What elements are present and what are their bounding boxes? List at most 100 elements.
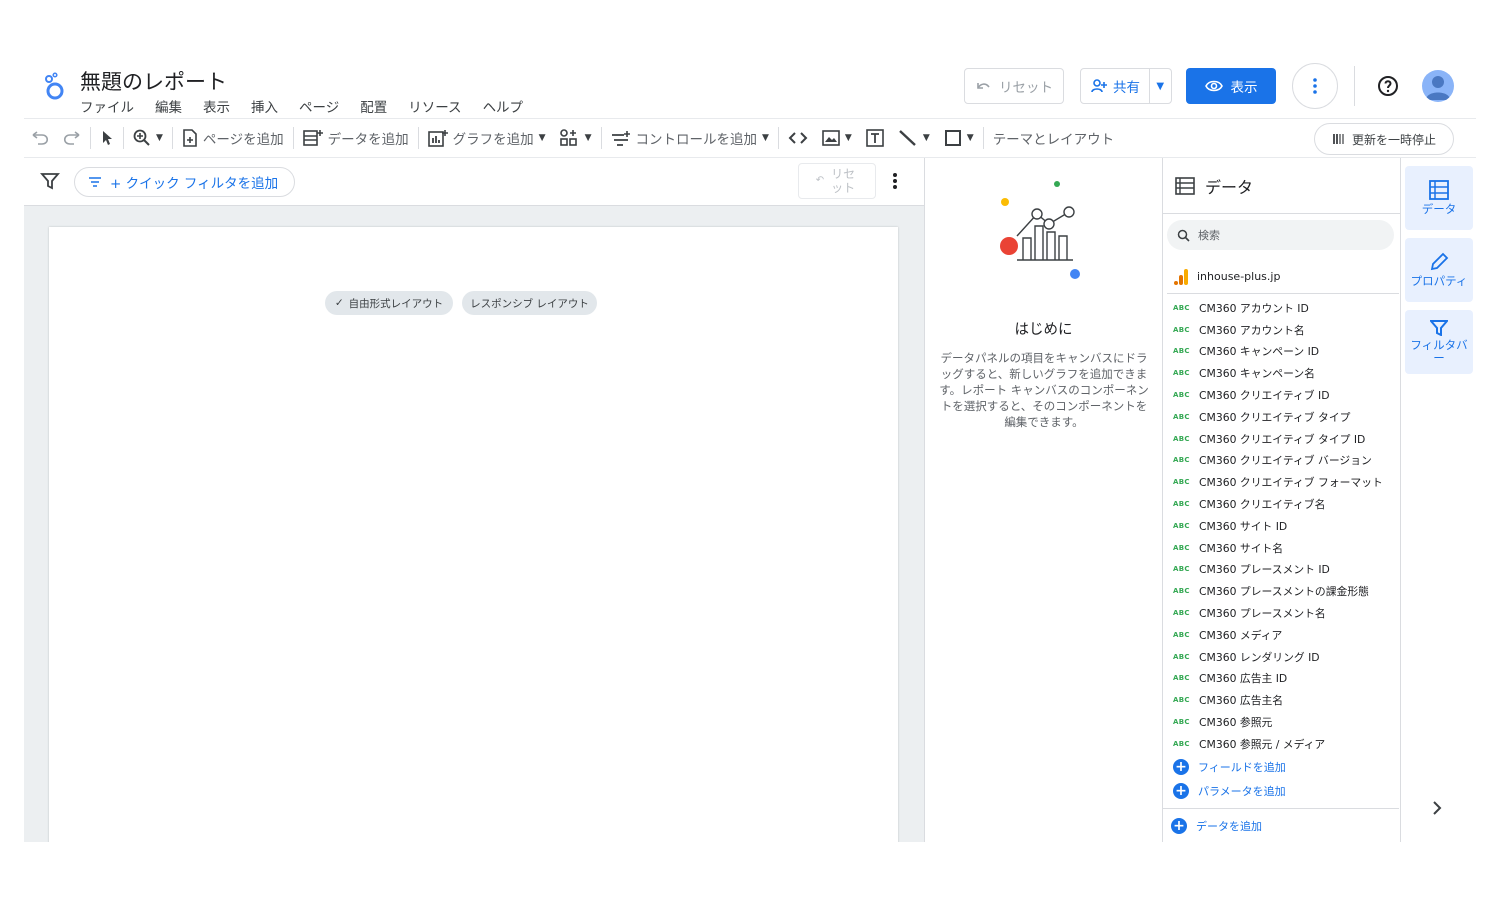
menu-bar: ファイル 編集 表示 挿入 ページ 配置 リソース ヘルプ [80,96,544,116]
menu-insert[interactable]: 挿入 [251,96,278,116]
field-item[interactable]: ABC CM360 参照元 [1163,711,1399,733]
community-viz-button[interactable]: ▼ [553,119,599,157]
add-control-button[interactable]: コントロールを追加 ▼ [604,119,776,157]
field-item[interactable]: ABC CM360 クリエイティブ フォーマット [1163,471,1399,493]
shape-button[interactable]: ▼ [937,119,981,157]
chevron-down-icon: ▼ [762,133,769,143]
undo-button[interactable] [24,119,56,157]
share-button[interactable]: 共有 ▼ [1080,68,1172,104]
field-item[interactable]: ABC CM360 クリエイティブ バージョン [1163,450,1399,472]
share-dropdown-icon[interactable]: ▼ [1150,81,1171,92]
zoom-button[interactable]: ▼ [126,119,170,157]
rail-data-label: データ [1421,202,1457,216]
field-item[interactable]: ABC CM360 キャンペーン名 [1163,362,1399,384]
embed-code-button[interactable] [781,119,815,157]
more-vert-icon[interactable] [892,171,898,191]
add-field-button[interactable]: + フィールドを追加 [1163,755,1399,779]
add-page-button[interactable]: ページを追加 [175,119,291,157]
add-chart-button[interactable]: グラフを追加 ▼ [421,119,553,157]
field-item[interactable]: ABC CM360 サイト ID [1163,515,1399,537]
add-data-button[interactable]: データを追加 [296,119,416,157]
rail-tab-data[interactable]: データ [1405,166,1473,230]
field-search-input[interactable]: 検索 [1167,220,1394,250]
canvas-area: ✓ 自由形式レイアウト レスポンシブ レイアウト [24,206,924,842]
reset-button[interactable]: リセット [964,68,1064,104]
field-item[interactable]: ABC CM360 キャンペーン ID [1163,341,1399,363]
field-name: CM360 クリエイティブ ID [1199,389,1330,403]
field-item[interactable]: ABC CM360 クリエイティブ ID [1163,384,1399,406]
chevron-down-icon: ▼ [538,133,546,143]
field-item[interactable]: ABC CM360 クリエイティブ タイプ ID [1163,428,1399,450]
menu-arrange[interactable]: 配置 [360,96,387,116]
rail-tab-properties[interactable]: プロパティ [1405,238,1473,302]
field-name: CM360 クリエイティブ タイプ [1199,410,1351,424]
help-icon[interactable] [1376,74,1400,98]
text-field-type-icon: ABC [1173,434,1190,443]
add-data-source-button[interactable]: + データを追加 [1163,808,1399,842]
redo-button[interactable] [56,119,88,157]
field-item[interactable]: ABC CM360 広告主 ID [1163,668,1399,690]
rail-tab-filter-bar[interactable]: フィルタバー [1405,310,1473,374]
field-item[interactable]: ABC CM360 プレースメントの課金形態 [1163,580,1399,602]
report-page[interactable]: ✓ 自由形式レイアウト レスポンシブ レイアウト [49,227,898,842]
zoom-in-icon [133,129,150,146]
add-quick-filter-button[interactable]: + クイック フィルタを追加 [74,167,295,197]
field-item[interactable]: ABC CM360 クリエイティブ タイプ [1163,406,1399,428]
share-main[interactable]: 共有 [1081,69,1150,103]
field-item[interactable]: ABC CM360 プレースメント ID [1163,559,1399,581]
add-parameter-button[interactable]: + パラメータを追加 [1163,779,1399,803]
pause-icon [1333,134,1344,144]
check-icon: ✓ [334,297,344,309]
field-item[interactable]: ABC CM360 広告主名 [1163,689,1399,711]
field-item[interactable]: ABC CM360 レンダリング ID [1163,646,1399,668]
text-field-type-icon: ABC [1173,347,1190,356]
pause-updates-button[interactable]: 更新を一時停止 [1314,123,1454,155]
more-options-button[interactable] [1292,63,1338,109]
field-item[interactable]: ABC CM360 サイト名 [1163,537,1399,559]
chevron-down-icon: ▼ [844,133,852,143]
report-title[interactable]: 無題のレポート [80,66,227,96]
field-item[interactable]: ABC CM360 参照元 / メディア [1163,733,1399,755]
field-item[interactable]: ABC CM360 プレースメント名 [1163,602,1399,624]
add-page-label: ページを追加 [202,132,284,148]
divider [123,127,124,149]
data-source-item[interactable]: inhouse-plus.jp [1167,260,1399,294]
text-field-type-icon: ABC [1173,412,1190,421]
menu-view[interactable]: 表示 [203,96,230,116]
add-page-icon [183,129,197,147]
filter-reset-button[interactable]: ↶ リセット [798,163,876,199]
cursor-arrow-icon [103,131,112,145]
pencil-icon [1430,252,1449,271]
menu-edit[interactable]: 編集 [155,96,182,116]
freeform-layout-chip[interactable]: ✓ 自由形式レイアウト [325,291,453,315]
menu-page[interactable]: ページ [299,96,339,116]
divider [90,127,91,149]
responsive-layout-chip[interactable]: レスポンシブ レイアウト [462,291,597,315]
user-avatar[interactable] [1422,70,1454,102]
responsive-layout-label: レスポンシブ レイアウト [470,297,589,310]
field-item[interactable]: ABC CM360 アカウント ID [1163,297,1399,319]
text-button[interactable] [859,119,891,157]
view-button[interactable]: 表示 [1186,68,1276,104]
menu-resources[interactable]: リソース [408,96,461,116]
field-item[interactable]: ABC CM360 メディア [1163,624,1399,646]
field-item[interactable]: ABC CM360 アカウント名 [1163,319,1399,341]
image-button[interactable]: ▼ [815,119,859,157]
menu-help[interactable]: ヘルプ [483,96,524,116]
chevron-right-icon[interactable] [1431,800,1443,816]
field-name: CM360 サイト名 [1199,541,1284,555]
looker-studio-logo-icon[interactable] [42,70,66,102]
menu-file[interactable]: ファイル [80,96,134,116]
text-box-icon [866,129,884,147]
code-icon [788,132,808,144]
filter-funnel-icon[interactable] [40,172,60,190]
field-item[interactable]: ABC CM360 クリエイティブ名 [1163,493,1399,515]
divider [777,127,779,149]
line-button[interactable]: ▼ [891,119,937,157]
search-placeholder: 検索 [1198,229,1220,242]
select-tool-button[interactable] [93,119,121,157]
add-circle-icon: + [1173,758,1189,775]
theme-layout-button[interactable]: テーマとレイアウト [986,119,1122,157]
field-name: CM360 プレースメント ID [1199,563,1330,577]
divider [982,127,984,149]
